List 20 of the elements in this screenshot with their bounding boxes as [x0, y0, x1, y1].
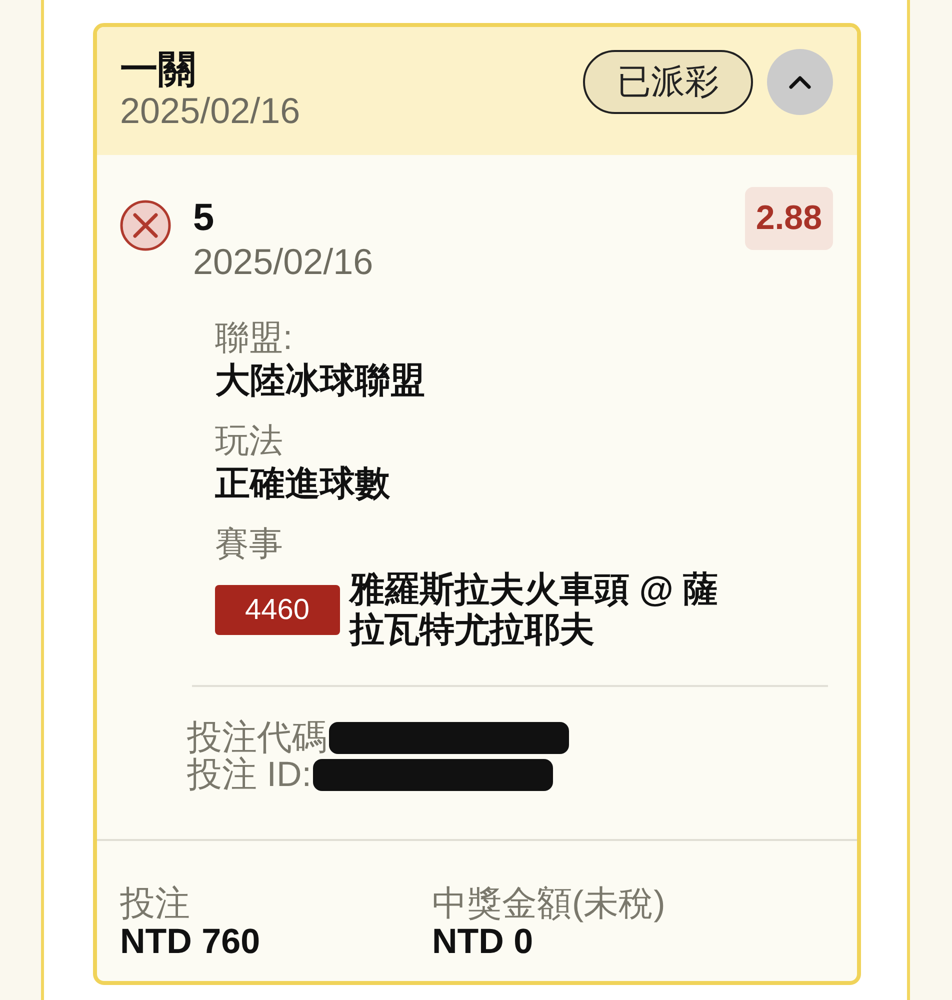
status-badge: 已派彩: [583, 50, 753, 114]
total-label: 中獎金額(未稅): [432, 885, 666, 923]
reference-label: 投注 ID:: [187, 756, 312, 793]
ticket-title: 一關: [120, 49, 197, 91]
detail-label: 賽事: [215, 524, 284, 564]
chevron-icon: [789, 75, 811, 89]
total-label: 投注: [120, 885, 191, 923]
reference-label: 投注代碼: [187, 719, 327, 756]
selection-pick: 5: [193, 196, 216, 240]
odds-badge: 2.88: [744, 187, 833, 250]
detail-value: 大陸冰球聯盟: [215, 360, 426, 402]
ticket-date: 2025/02/16: [120, 91, 300, 131]
total-value: NTD 760: [120, 923, 262, 961]
selection-date: 2025/02/16: [193, 240, 374, 284]
detail-label: 玩法: [215, 421, 284, 461]
event-code-tag: 4460: [215, 585, 340, 635]
total-value: NTD 0: [432, 923, 534, 961]
detail-label: 聯盟:: [215, 318, 294, 358]
event-name: 雅羅斯拉夫火車頭 @ 薩拉瓦特尤拉耶夫: [350, 570, 720, 650]
detail-value: 正確進球數: [215, 463, 391, 505]
